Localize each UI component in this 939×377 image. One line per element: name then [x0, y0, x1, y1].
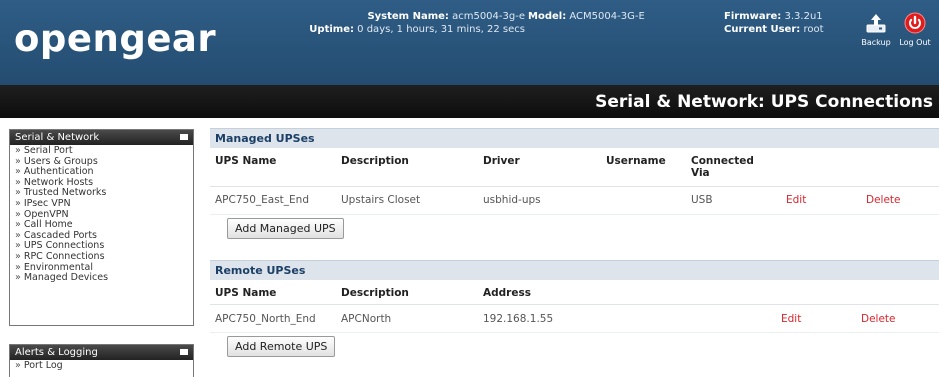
- remote-ups-table: UPS Name Description Address APC750_Nort…: [210, 279, 939, 333]
- collapse-icon[interactable]: [180, 134, 188, 140]
- backup-button[interactable]: Backup: [856, 12, 896, 47]
- sidebar-item-port-log[interactable]: Port Log: [15, 360, 189, 372]
- sidebar-section-header[interactable]: Alerts & Logging: [10, 345, 193, 360]
- system-name-label: System Name:: [367, 11, 449, 22]
- system-info-model: Model: ACM5004-3G-E: [528, 10, 645, 23]
- sidebar-item-ipsec-vpn[interactable]: IPsec VPN: [15, 198, 189, 210]
- column-header-ups-name: UPS Name: [210, 279, 336, 305]
- username-cell: [601, 186, 686, 215]
- managed-ups-table: UPS Name Description Driver Username Con…: [210, 148, 939, 215]
- sidebar-item-serial-port[interactable]: Serial Port: [15, 145, 189, 157]
- ups-name-cell: APC750_North_End: [210, 304, 336, 333]
- column-header-blank: [776, 279, 856, 305]
- backup-label: Backup: [861, 38, 891, 47]
- edit-link[interactable]: Edit: [786, 194, 806, 206]
- sidebar-section-header[interactable]: Serial & Network: [10, 130, 193, 145]
- header-bar: opengear System Name: acm5004-3g-e Uptim…: [0, 0, 939, 85]
- model-value: ACM5004-3G-E: [569, 11, 645, 22]
- delete-link[interactable]: Delete: [861, 313, 896, 325]
- column-header-username: Username: [601, 148, 686, 187]
- table-row: APC750_North_End APCNorth 192.168.1.55 E…: [210, 304, 939, 333]
- column-header-blank: [781, 148, 861, 187]
- column-header-description: Description: [336, 279, 478, 305]
- driver-cell: usbhid-ups: [478, 186, 601, 215]
- delete-link[interactable]: Delete: [866, 194, 901, 206]
- logout-button[interactable]: Log Out: [895, 12, 935, 47]
- description-cell: APCNorth: [336, 304, 478, 333]
- title-bar: Serial & Network: UPS Connections: [0, 85, 939, 118]
- ups-name-cell: APC750_East_End: [210, 186, 336, 215]
- current-user-label: Current User:: [724, 24, 801, 35]
- uptime-label: Uptime:: [309, 24, 354, 35]
- add-remote-ups-button[interactable]: Add Remote UPS: [227, 336, 336, 357]
- sidebar-item-rpc-connections[interactable]: RPC Connections: [15, 251, 189, 263]
- system-info-left: System Name: acm5004-3g-e Uptime: 0 days…: [309, 10, 525, 36]
- address-cell: 192.168.1.55: [478, 304, 776, 333]
- sidebar-section-title: Alerts & Logging: [15, 347, 98, 358]
- description-cell: Upstairs Closet: [336, 186, 478, 215]
- uptime-value: 0 days, 1 hours, 31 mins, 22 secs: [357, 24, 525, 35]
- sidebar-section-title: Serial & Network: [15, 132, 100, 143]
- edit-link[interactable]: Edit: [781, 313, 801, 325]
- sidebar-alerts-logging: Alerts & Logging Port Log: [9, 344, 194, 377]
- collapse-icon[interactable]: [180, 349, 188, 355]
- connected-via-cell: USB: [686, 186, 781, 215]
- table-header-row: UPS Name Description Address: [210, 279, 939, 305]
- column-header-blank: [856, 279, 939, 305]
- logout-label: Log Out: [899, 38, 931, 47]
- power-icon: [904, 12, 926, 34]
- table-row: APC750_East_End Upstairs Closet usbhid-u…: [210, 186, 939, 215]
- remote-upses-header: Remote UPSes: [210, 259, 939, 280]
- main-content: Managed UPSes UPS Name Description Drive…: [210, 128, 939, 365]
- column-header-ups-name: UPS Name: [210, 148, 336, 187]
- backup-icon: [866, 14, 886, 33]
- column-header-description: Description: [336, 148, 478, 187]
- column-header-blank: [861, 148, 939, 187]
- column-header-address: Address: [478, 279, 776, 305]
- opengear-logo: opengear: [14, 17, 217, 60]
- table-header-row: UPS Name Description Driver Username Con…: [210, 148, 939, 187]
- add-managed-ups-button[interactable]: Add Managed UPS: [227, 217, 344, 239]
- managed-upses-header: Managed UPSes: [210, 128, 939, 148]
- sidebar-item-managed-devices[interactable]: Managed Devices: [15, 273, 189, 284]
- column-header-connected-via: Connected Via: [686, 148, 781, 187]
- page-title: Serial & Network: UPS Connections: [595, 92, 933, 112]
- column-header-driver: Driver: [478, 148, 601, 187]
- system-name-value: acm5004-3g-e: [452, 11, 525, 22]
- firmware-label: Firmware:: [724, 11, 782, 22]
- current-user-value: root: [803, 24, 824, 35]
- sidebar-serial-network: Serial & Network Serial Port Users & Gro…: [9, 129, 194, 326]
- model-label: Model:: [528, 11, 567, 22]
- system-info-right: Firmware: 3.3.2u1 Current User: root: [724, 10, 824, 36]
- firmware-value: 3.3.2u1: [784, 11, 823, 22]
